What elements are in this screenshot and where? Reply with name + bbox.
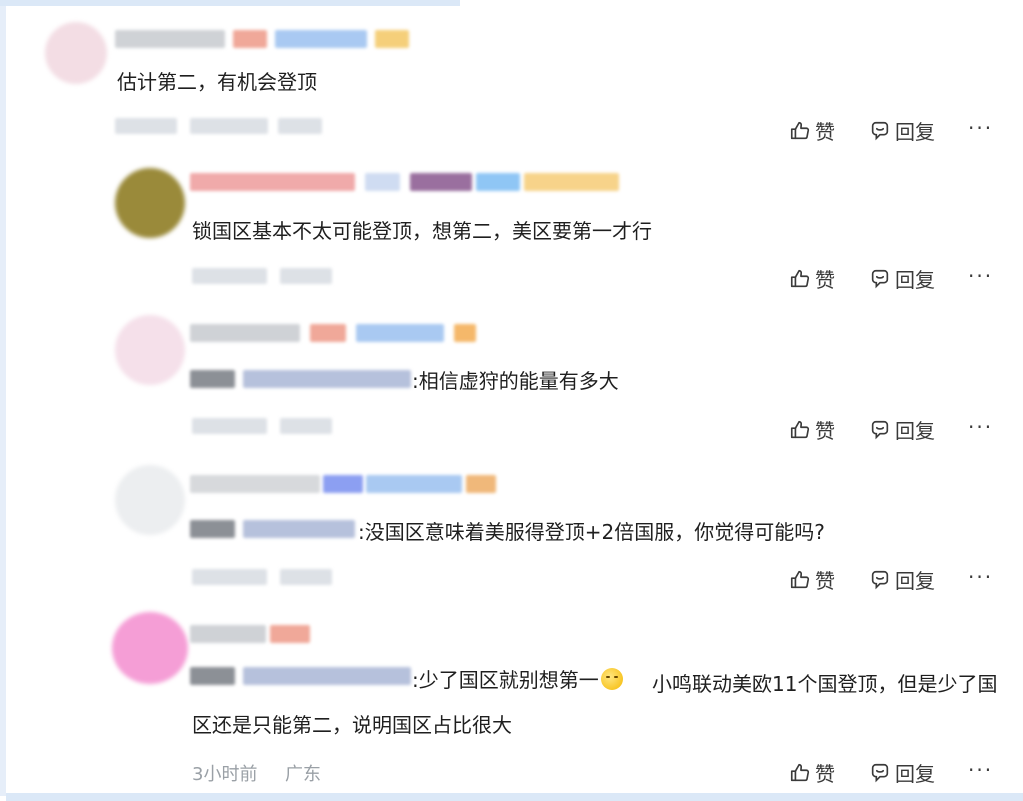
reply-bubble-icon [871, 420, 889, 439]
username-blurred[interactable] [190, 625, 266, 643]
like-button[interactable]: 赞 [789, 415, 835, 444]
like-button[interactable]: 赞 [789, 758, 835, 787]
thumbs-up-icon [790, 420, 810, 438]
more-options-button[interactable]: ··· [968, 116, 993, 140]
like-label: 赞 [815, 762, 835, 786]
username-blurred[interactable] [190, 173, 355, 191]
badge-blurred [233, 30, 267, 48]
meta-blurred [280, 418, 332, 434]
comment-item: 估计第二，有机会登顶 赞 回复 ··· [0, 0, 1023, 150]
reply-button[interactable]: 回复 [869, 264, 935, 293]
reply-label: 回复 [895, 120, 935, 144]
like-button[interactable]: 赞 [789, 565, 835, 594]
meta-blurred [280, 569, 332, 585]
avatar[interactable] [115, 465, 185, 535]
reply-item: :没国区意味着美服得登顶+2倍国服，你觉得可能吗? 赞 回复 ··· [0, 450, 1023, 600]
username-blurred[interactable] [115, 30, 225, 48]
reply-item: 锁国区基本不太可能登顶，想第二，美区要第一才行 赞 回复 ··· [0, 150, 1023, 300]
username-blurred[interactable] [190, 475, 320, 493]
badge-blurred [466, 475, 496, 493]
reply-label: 回复 [895, 762, 935, 786]
badge-blurred [310, 324, 346, 342]
reply-button[interactable]: 回复 [869, 565, 935, 594]
username-blurred[interactable] [190, 324, 300, 342]
meta-blurred [192, 418, 267, 434]
meta-blurred [192, 268, 267, 284]
meta-blurred [190, 118, 268, 134]
reply-item: :相信虚狩的能量有多大 赞 回复 ··· [0, 300, 1023, 450]
meta-blurred [192, 569, 267, 585]
badge-blurred [410, 173, 472, 191]
thumbs-up-icon [790, 121, 810, 139]
like-label: 赞 [815, 120, 835, 144]
reply-bubble-icon [871, 763, 889, 782]
reply-button[interactable]: 回复 [869, 758, 935, 787]
like-button[interactable]: 赞 [789, 116, 835, 145]
avatar[interactable] [45, 22, 107, 84]
comment-text: :没国区意味着美服得登顶+2倍国服，你觉得可能吗? [358, 520, 825, 544]
badge-blurred [275, 30, 367, 48]
badge-blurred [323, 475, 363, 493]
reply-button[interactable]: 回复 [869, 116, 935, 145]
like-label: 赞 [815, 419, 835, 443]
reply-bubble-icon [871, 570, 889, 589]
like-button[interactable]: 赞 [789, 264, 835, 293]
reply-to-name-blurred[interactable] [243, 370, 411, 388]
reply-label: 回复 [895, 268, 935, 292]
comment-time: 3小时前 [192, 764, 258, 785]
meta-blurred [280, 268, 332, 284]
comment-text: :相信虚狩的能量有多大 [412, 369, 619, 393]
reply-label: 回复 [895, 569, 935, 593]
badge-blurred [270, 625, 310, 643]
badge-blurred [366, 475, 462, 493]
reply-button[interactable]: 回复 [869, 415, 935, 444]
thumbs-up-icon [790, 570, 810, 588]
comment-text: 估计第二，有机会登顶 [117, 70, 317, 94]
badge-blurred [454, 324, 476, 342]
badge-blurred [524, 173, 619, 191]
more-options-button[interactable]: ··· [968, 415, 993, 439]
like-label: 赞 [815, 569, 835, 593]
reply-to-name-blurred[interactable] [243, 520, 355, 538]
meta-blurred [278, 118, 322, 134]
reply-label: 回复 [895, 419, 935, 443]
more-options-button[interactable]: ··· [968, 264, 993, 288]
comment-text: 锁国区基本不太可能登顶，想第二，美区要第一才行 [192, 219, 652, 243]
badge-blurred [365, 173, 400, 191]
reply-item: :少了国区就别想第一 小鸣联动美欧11个国登顶，但是少了国区还是只能第二，说明国… [0, 600, 1023, 793]
comment-text-continued: 小鸣联动美欧11个国登顶，但是少了国区还是只能第二，说明国区占比很大 [192, 672, 998, 737]
badge-blurred [375, 30, 409, 48]
reply-to-tag-blurred [190, 370, 235, 388]
avatar[interactable] [115, 315, 185, 385]
badge-blurred [476, 173, 520, 191]
more-options-button[interactable]: ··· [968, 758, 993, 782]
thumbs-up-icon [790, 763, 810, 781]
frame-bottom-edge [6, 793, 1023, 801]
reply-bubble-icon [871, 269, 889, 288]
avatar[interactable] [112, 612, 188, 684]
badge-blurred [356, 324, 444, 342]
reply-bubble-icon [871, 121, 889, 140]
meta-blurred [115, 118, 177, 134]
comment-location: 广东 [285, 764, 321, 785]
avatar[interactable] [115, 168, 185, 238]
more-options-button[interactable]: ··· [968, 565, 993, 589]
reply-to-tag-blurred [190, 520, 235, 538]
like-label: 赞 [815, 268, 835, 292]
thumbs-up-icon [790, 269, 810, 287]
